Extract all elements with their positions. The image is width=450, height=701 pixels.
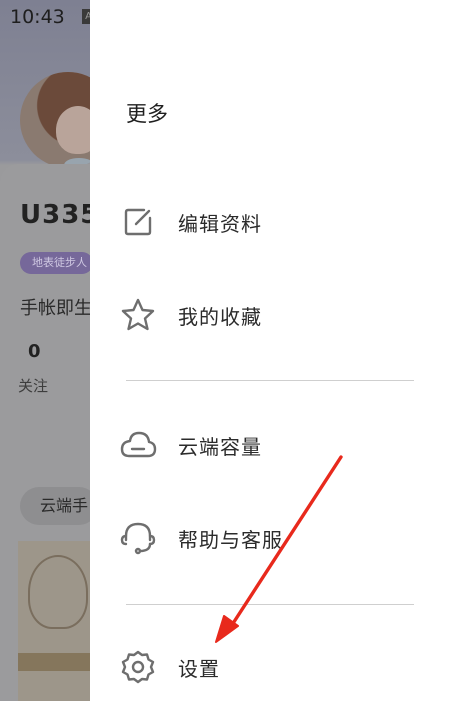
thumbnail-sketch — [28, 555, 88, 629]
menu-item-cloud-storage[interactable]: 云端容量 — [118, 421, 418, 469]
cloud-icon — [118, 425, 158, 465]
menu-item-label: 帮助与客服 — [178, 527, 283, 552]
headset-icon — [118, 518, 158, 558]
menu-item-label: 云端容量 — [178, 434, 262, 459]
menu-item-label: 编辑资料 — [178, 211, 262, 236]
gear-icon — [118, 647, 158, 687]
profile-bio: 手帐即生 — [20, 298, 92, 319]
more-drawer: 更多 编辑资料 我的收藏 云端容量 帮助与客服 设置 — [90, 0, 450, 701]
edit-icon — [118, 202, 158, 242]
divider — [126, 380, 414, 381]
menu-item-favorites[interactable]: 我的收藏 — [118, 291, 418, 339]
menu-item-help-support[interactable]: 帮助与客服 — [118, 514, 418, 562]
profile-username: U335 — [20, 200, 100, 230]
follow-label: 关注 — [18, 377, 49, 395]
menu-item-settings[interactable]: 设置 — [118, 643, 418, 691]
screen: U335 地表徒步人 手帐即生 0 关注 云端手 10:43 A 更多 编辑资料… — [0, 0, 450, 701]
status-time: 10:43 — [10, 6, 65, 28]
star-icon — [118, 295, 158, 335]
menu-item-label: 设置 — [178, 656, 220, 681]
cloud-notebook-tab: 云端手 — [20, 487, 99, 525]
drawer-title: 更多 — [126, 102, 168, 126]
menu-item-edit-profile[interactable]: 编辑资料 — [118, 198, 418, 246]
divider — [126, 604, 414, 605]
menu-item-label: 我的收藏 — [178, 304, 262, 329]
profile-badge: 地表徒步人 — [20, 252, 93, 274]
follow-count: 0 — [28, 341, 41, 362]
